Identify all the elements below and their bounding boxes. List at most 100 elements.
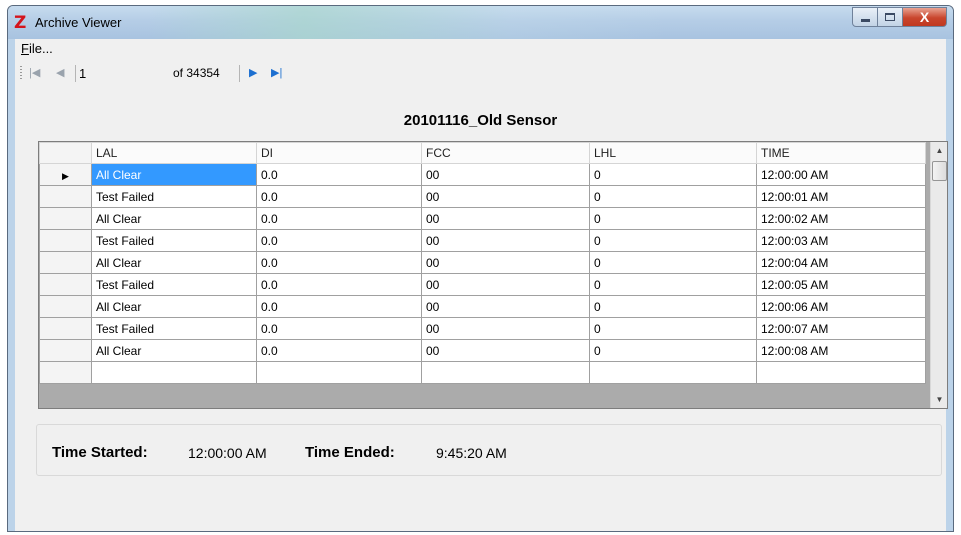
minimize-button[interactable] xyxy=(852,7,878,27)
row-header[interactable] xyxy=(39,295,92,318)
cell-lhl[interactable]: 0 xyxy=(589,229,757,252)
menu-file[interactable]: File... xyxy=(21,41,53,56)
cell-lhl[interactable]: 0 xyxy=(589,317,757,340)
cell-lal[interactable]: Test Failed xyxy=(91,273,257,296)
cell-time[interactable]: 12:00:04 AM xyxy=(756,251,926,274)
column-header-lhl[interactable]: LHL xyxy=(589,142,757,164)
cell-lhl[interactable]: 0 xyxy=(589,251,757,274)
cell-di[interactable]: 0.0 xyxy=(256,273,422,296)
table-row[interactable]: Test Failed 0.0 00 0 12:00:05 AM xyxy=(39,273,926,296)
toolbar-separator xyxy=(239,65,240,82)
table-row[interactable]: All Clear 0.0 00 0 12:00:08 AM xyxy=(39,339,926,362)
row-header[interactable] xyxy=(39,339,92,362)
title-bar[interactable]: Z Archive Viewer X xyxy=(8,6,953,39)
column-header-time[interactable]: TIME xyxy=(756,142,926,164)
time-started-value: 12:00:00 AM xyxy=(188,445,267,461)
grid-title: 20101116_Old Sensor xyxy=(403,112,558,129)
cell-fcc[interactable]: 00 xyxy=(421,207,590,230)
corner-header[interactable] xyxy=(39,142,92,164)
move-next-icon[interactable]: ▶ xyxy=(249,66,257,80)
row-header[interactable] xyxy=(39,317,92,340)
cell-lal[interactable]: Test Failed xyxy=(91,229,257,252)
cell-lal[interactable]: All Clear xyxy=(91,163,257,186)
cell-time[interactable]: 12:00:08 AM xyxy=(756,339,926,362)
data-grid[interactable]: LAL DI FCC LHL TIME ▶ All Clear 0.0 00 0 12:0… xyxy=(38,141,948,409)
cell-empty xyxy=(421,361,590,384)
cell-fcc[interactable]: 00 xyxy=(421,229,590,252)
table-row[interactable]: All Clear 0.0 00 0 12:00:02 AM xyxy=(39,207,926,230)
row-header[interactable] xyxy=(39,273,92,296)
position-input[interactable] xyxy=(77,64,141,82)
data-table: LAL DI FCC LHL TIME ▶ All Clear 0.0 00 0 12:0… xyxy=(39,142,926,384)
cell-di[interactable]: 0.0 xyxy=(256,229,422,252)
cell-fcc[interactable]: 00 xyxy=(421,339,590,362)
column-header-di[interactable]: DI xyxy=(256,142,422,164)
cell-time[interactable]: 12:00:01 AM xyxy=(756,185,926,208)
cell-fcc[interactable]: 00 xyxy=(421,295,590,318)
cell-di[interactable]: 0.0 xyxy=(256,251,422,274)
cell-di[interactable]: 0.0 xyxy=(256,163,422,186)
cell-lhl[interactable]: 0 xyxy=(589,295,757,318)
cell-time[interactable]: 12:00:00 AM xyxy=(756,163,926,186)
table-row[interactable]: All Clear 0.0 00 0 12:00:06 AM xyxy=(39,295,926,318)
cell-lhl[interactable]: 0 xyxy=(589,207,757,230)
scroll-down-icon[interactable]: ▼ xyxy=(931,391,947,408)
cell-lhl[interactable]: 0 xyxy=(589,185,757,208)
row-header[interactable] xyxy=(39,229,92,252)
row-header[interactable] xyxy=(39,251,92,274)
cell-fcc[interactable]: 00 xyxy=(421,273,590,296)
move-first-icon[interactable]: |◀ xyxy=(29,66,40,80)
cell-lhl[interactable]: 0 xyxy=(589,273,757,296)
column-header-lal[interactable]: LAL xyxy=(91,142,257,164)
cell-lal[interactable]: All Clear xyxy=(91,251,257,274)
cell-fcc[interactable]: 00 xyxy=(421,185,590,208)
time-started-label: Time Started: xyxy=(52,444,148,461)
close-button[interactable]: X xyxy=(903,7,947,27)
cell-di[interactable]: 0.0 xyxy=(256,185,422,208)
vertical-scrollbar[interactable]: ▲ ▼ xyxy=(930,142,947,408)
maximize-button[interactable] xyxy=(878,7,903,27)
time-ended-value: 9:45:20 AM xyxy=(436,445,507,461)
cell-di[interactable]: 0.0 xyxy=(256,295,422,318)
row-header[interactable] xyxy=(39,207,92,230)
row-header[interactable]: ▶ xyxy=(39,163,92,186)
cell-fcc[interactable]: 00 xyxy=(421,317,590,340)
cell-lhl[interactable]: 0 xyxy=(589,339,757,362)
row-header[interactable] xyxy=(39,185,92,208)
app-z-icon: Z xyxy=(14,13,27,33)
table-row[interactable]: All Clear 0.0 00 0 12:00:04 AM xyxy=(39,251,926,274)
cell-di[interactable]: 0.0 xyxy=(256,317,422,340)
table-row-partial xyxy=(39,361,926,384)
table-row[interactable]: Test Failed 0.0 00 0 12:00:01 AM xyxy=(39,185,926,208)
toolbar-grip[interactable] xyxy=(20,66,22,81)
cell-fcc[interactable]: 00 xyxy=(421,163,590,186)
table-row[interactable]: Test Failed 0.0 00 0 12:00:07 AM xyxy=(39,317,926,340)
cell-lal[interactable]: Test Failed xyxy=(91,185,257,208)
cell-lal[interactable]: All Clear xyxy=(91,207,257,230)
cell-time[interactable]: 12:00:03 AM xyxy=(756,229,926,252)
cell-time[interactable]: 12:00:05 AM xyxy=(756,273,926,296)
move-last-icon[interactable]: ▶| xyxy=(271,66,282,80)
cell-lhl[interactable]: 0 xyxy=(589,163,757,186)
title-bar-glow xyxy=(148,6,668,39)
cell-time[interactable]: 12:00:06 AM xyxy=(756,295,926,318)
cell-empty xyxy=(91,361,257,384)
cell-empty xyxy=(756,361,926,384)
summary-panel: Time Started: 12:00:00 AM Time Ended: 9:… xyxy=(36,424,953,476)
move-previous-icon[interactable]: ◀ xyxy=(56,66,64,80)
cell-lal[interactable]: All Clear xyxy=(91,339,257,362)
column-header-fcc[interactable]: FCC xyxy=(421,142,590,164)
table-row[interactable]: ▶ All Clear 0.0 00 0 12:00:00 AM xyxy=(39,163,926,186)
cell-time[interactable]: 12:00:07 AM xyxy=(756,317,926,340)
cell-di[interactable]: 0.0 xyxy=(256,207,422,230)
cell-fcc[interactable]: 00 xyxy=(421,251,590,274)
scroll-thumb[interactable] xyxy=(932,161,947,181)
cell-time[interactable]: 12:00:02 AM xyxy=(756,207,926,230)
cell-lal[interactable]: Test Failed xyxy=(91,317,257,340)
table-row[interactable]: Test Failed 0.0 00 0 12:00:03 AM xyxy=(39,229,926,252)
cell-lal[interactable]: All Clear xyxy=(91,295,257,318)
scroll-up-icon[interactable]: ▲ xyxy=(931,142,947,159)
cell-di[interactable]: 0.0 xyxy=(256,339,422,362)
caption-buttons: X xyxy=(852,7,947,27)
count-label: of 34354 xyxy=(173,66,220,80)
